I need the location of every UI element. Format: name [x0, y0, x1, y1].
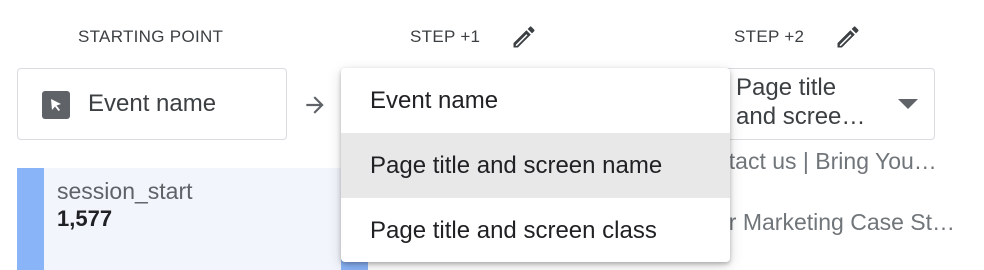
arrow-right-icon — [302, 92, 328, 118]
step-2-dimension-line2: and scree… — [736, 103, 866, 130]
edit-step-2-pencil-icon[interactable] — [834, 23, 862, 51]
starting-node-event-name: session_start — [57, 178, 193, 204]
edit-step-1-pencil-icon[interactable] — [510, 23, 538, 51]
menu-item-event-name[interactable]: Event name — [341, 68, 730, 133]
menu-item-page-title-screen-name[interactable]: Page title and screen name — [341, 133, 730, 198]
step-1-header-label: STEP +1 — [410, 27, 481, 46]
step-2-dimension-line1: Page title — [736, 74, 837, 101]
menu-item-page-title-screen-class[interactable]: Page title and screen class — [341, 198, 730, 263]
starting-node-event-count: 1,577 — [57, 206, 113, 231]
starting-point-node-label: Event name — [88, 90, 217, 117]
step-2-header-label: STEP +2 — [734, 27, 805, 46]
step-2-row-1-label[interactable]: ntact us | Bring You… — [716, 147, 937, 175]
starting-point-node[interactable]: Event name — [17, 68, 287, 140]
starting-point-header-label: STARTING POINT — [78, 27, 224, 46]
cursor-icon — [42, 91, 70, 119]
step-2-dimension-label: Page title and scree… — [736, 73, 886, 131]
step-2-header: STEP +2 — [734, 27, 804, 47]
dropdown-caret-icon — [898, 99, 918, 109]
dimension-menu: Event name Page title and screen name Pa… — [341, 68, 730, 262]
step-1-header: STEP +1 — [410, 27, 480, 47]
step-2-row-2-label[interactable]: ur Marketing Case St… — [716, 208, 955, 236]
starting-node-bar-accent — [17, 168, 44, 270]
step-2-dimension-dropdown[interactable]: Page title and scree… — [700, 68, 935, 140]
starting-point-header: STARTING POINT — [78, 27, 223, 47]
